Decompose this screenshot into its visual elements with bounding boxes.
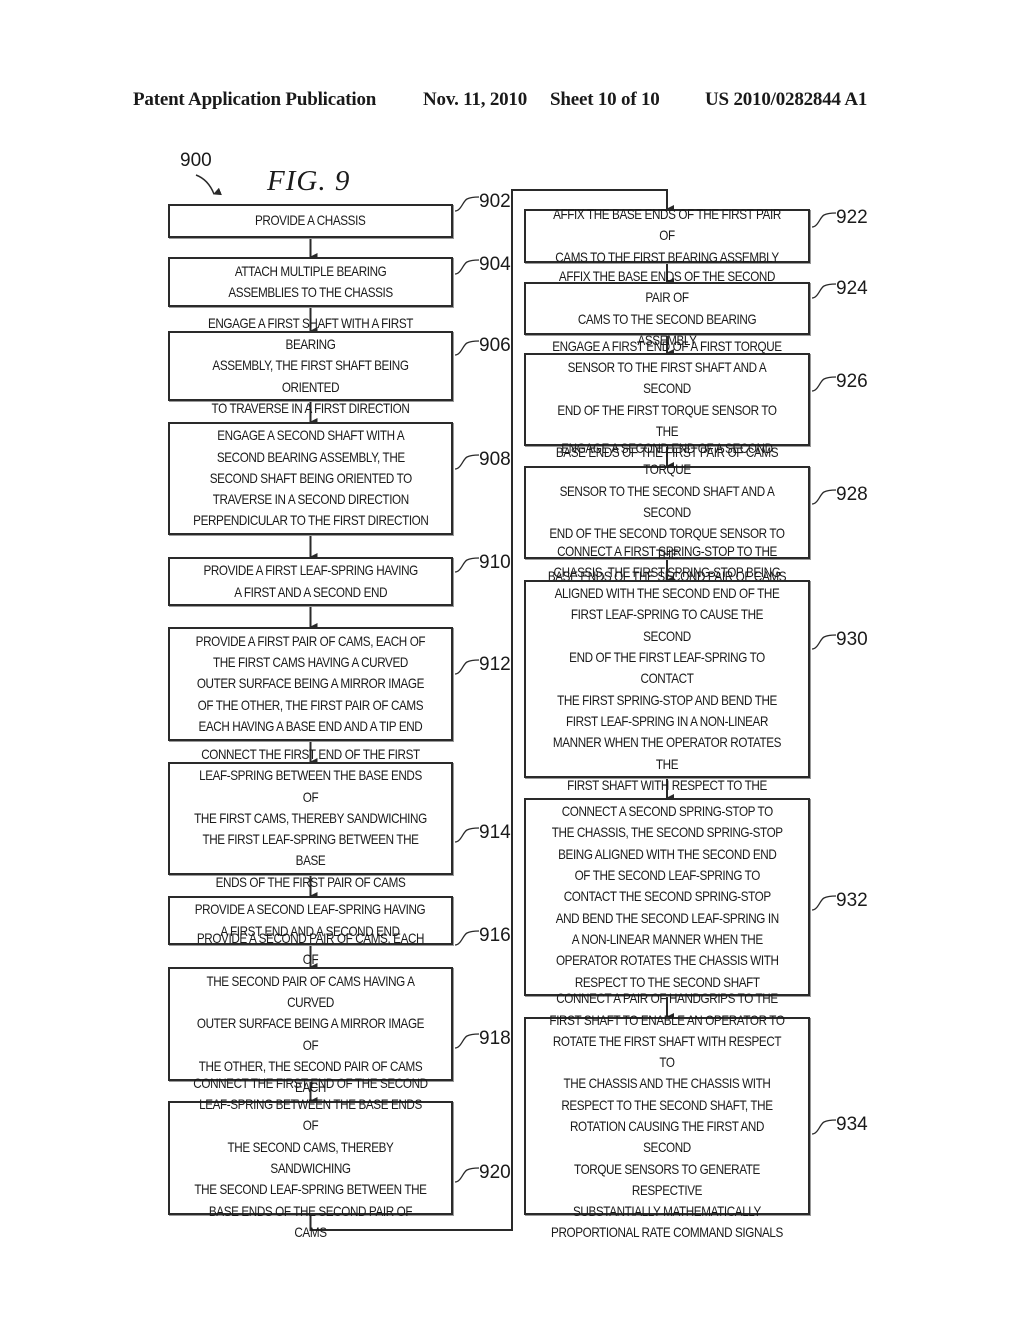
step-box-912: PROVIDE A FIRST PAIR OF CAMS, EACH OF TH… <box>168 627 453 741</box>
ref-leader-line <box>811 1119 837 1135</box>
ref-leader-line <box>454 259 480 275</box>
connector-lines <box>195 174 837 1231</box>
step-ref-926: 926 <box>836 371 868 392</box>
step-ref-902: 902 <box>479 191 511 212</box>
step-ref-910: 910 <box>479 552 511 573</box>
step-box-902: PROVIDE A CHASSIS <box>168 204 453 238</box>
step-text: CONNECT THE FIRST END OF THE SECOND LEAF… <box>193 1075 428 1240</box>
step-text: ENGAGE A FIRST SHAFT WITH A FIRST BEARIN… <box>207 315 414 416</box>
step-ref-916: 916 <box>479 925 511 946</box>
step-box-918: PROVIDE A SECOND PAIR OF CAMS, EACH OF T… <box>168 931 453 1117</box>
step-ref-908: 908 <box>479 449 511 470</box>
step-box-920: CONNECT THE FIRST END OF THE SECOND LEAF… <box>168 1076 453 1240</box>
step-box-930: CONNECT A FIRST SPRING-STOP TO THE CHASS… <box>524 544 810 814</box>
step-text: CONNECT THE FIRST END OF THE FIRST LEAF-… <box>194 746 427 890</box>
ref-leader-line <box>454 340 480 356</box>
step-box-922: AFFIX THE BASE ENDS OF THE FIRST PAIR OF… <box>524 207 810 265</box>
ref-leader-line <box>811 489 837 505</box>
ref-leader-line <box>454 1167 480 1183</box>
step-box-906: ENGAGE A FIRST SHAFT WITH A FIRST BEARIN… <box>168 316 453 416</box>
step-text: ENGAGE A SECOND SHAFT WITH A SECOND BEAR… <box>192 428 429 529</box>
step-ref-928: 928 <box>836 484 868 505</box>
ref-leader-line <box>454 557 480 573</box>
ref-leader-line <box>454 454 480 470</box>
step-text: PROVIDE A FIRST PAIR OF CAMS, EACH OF TH… <box>195 633 426 734</box>
ref-leader-line <box>811 634 837 650</box>
step-ref-918: 918 <box>479 1028 511 1049</box>
step-box-910: PROVIDE A FIRST LEAF-SPRING HAVING A FIR… <box>168 557 453 606</box>
figure-pointer-arrow <box>195 174 222 196</box>
step-box-914: CONNECT THE FIRST END OF THE FIRST LEAF-… <box>168 747 453 890</box>
ref-leader-line <box>811 895 837 911</box>
step-box-932: CONNECT A SECOND SPRING-STOP TO THE CHAS… <box>524 798 810 996</box>
step-text: PROVIDE A CHASSIS <box>255 213 366 229</box>
step-ref-906: 906 <box>479 335 511 356</box>
step-ref-934: 934 <box>836 1114 868 1135</box>
step-text: ATTACH MULTIPLE BEARING ASSEMBLIES TO TH… <box>228 263 393 300</box>
step-ref-930: 930 <box>836 629 868 650</box>
step-box-904: ATTACH MULTIPLE BEARING ASSEMBLIES TO TH… <box>168 257 453 307</box>
ref-leader-line <box>454 659 480 675</box>
step-box-908: ENGAGE A SECOND SHAFT WITH A SECOND BEAR… <box>168 422 453 535</box>
step-text: CONNECT A PAIR OF HANDGRIPS TO THE FIRST… <box>549 991 785 1241</box>
step-ref-912: 912 <box>479 654 511 675</box>
step-box-934: CONNECT A PAIR OF HANDGRIPS TO THE FIRST… <box>524 991 810 1240</box>
ref-leader-line <box>454 196 480 212</box>
step-box-924: AFFIX THE BASE ENDS OF THE SECOND PAIR O… <box>524 269 810 348</box>
ref-leader-line <box>454 1033 480 1049</box>
step-text: AFFIX THE BASE ENDS OF THE FIRST PAIR OF… <box>553 207 781 265</box>
step-text: CONNECT A FIRST SPRING-STOP TO THE CHASS… <box>552 543 782 815</box>
step-box-926: ENGAGE A FIRST END OF A FIRST TORQUE SEN… <box>524 339 810 460</box>
ref-leader-line <box>811 283 837 299</box>
ref-leader-line <box>454 930 480 946</box>
ref-leader-line <box>454 827 480 843</box>
ref-leader-line <box>811 376 837 392</box>
step-ref-920: 920 <box>479 1162 511 1183</box>
step-ref-904: 904 <box>479 254 511 275</box>
step-ref-914: 914 <box>479 822 511 843</box>
step-text: CONNECT A SECOND SPRING-STOP TO THE CHAS… <box>551 804 783 990</box>
step-ref-924: 924 <box>836 278 868 299</box>
step-ref-932: 932 <box>836 890 868 911</box>
step-text: PROVIDE A FIRST LEAF-SPRING HAVING A FIR… <box>203 563 418 600</box>
ref-leader-line <box>811 212 837 228</box>
step-ref-922: 922 <box>836 207 868 228</box>
